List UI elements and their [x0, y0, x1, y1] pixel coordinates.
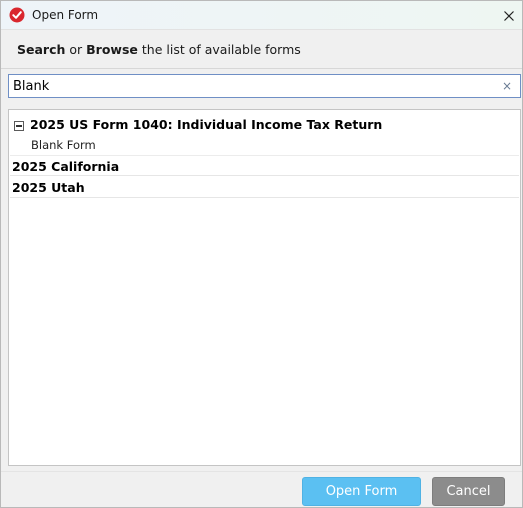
- instruction-search: Search: [17, 42, 66, 57]
- search-box[interactable]: ×: [8, 74, 521, 98]
- forms-list[interactable]: 2025 US Form 1040: Individual Income Tax…: [8, 109, 521, 466]
- list-item-label: 2025 Utah: [12, 180, 85, 195]
- footer-divider: [1, 471, 522, 472]
- collapse-minus-icon[interactable]: [14, 121, 24, 131]
- instruction-text: Search or Browse the list of available f…: [17, 42, 301, 57]
- checkmark-badge-icon: [9, 7, 25, 23]
- list-item-form-1040[interactable]: 2025 US Form 1040: Individual Income Tax…: [10, 115, 519, 155]
- instruction-browse: Browse: [86, 42, 138, 57]
- cancel-button[interactable]: Cancel: [432, 477, 505, 506]
- header-divider: [1, 68, 522, 69]
- open-form-button[interactable]: Open Form: [302, 477, 421, 506]
- list-item-utah[interactable]: 2025 Utah: [10, 177, 519, 198]
- instruction-rest: the list of available forms: [141, 42, 301, 57]
- list-item-california[interactable]: 2025 California: [10, 155, 519, 176]
- window-title: Open Form: [32, 8, 99, 22]
- list-item-blank-form[interactable]: Blank Form: [31, 138, 96, 152]
- close-icon: [504, 6, 514, 25]
- search-input[interactable]: [13, 77, 493, 95]
- instruction-or: or: [69, 42, 83, 57]
- clear-search-icon[interactable]: ×: [501, 79, 513, 93]
- list-item-label: 2025 California: [12, 159, 120, 174]
- list-item-label: 2025 US Form 1040: Individual Income Tax…: [30, 117, 383, 132]
- close-button[interactable]: [496, 1, 522, 29]
- open-form-dialog: Open Form Search or Browse the list of a…: [0, 0, 523, 508]
- title-bar: Open Form: [1, 1, 522, 30]
